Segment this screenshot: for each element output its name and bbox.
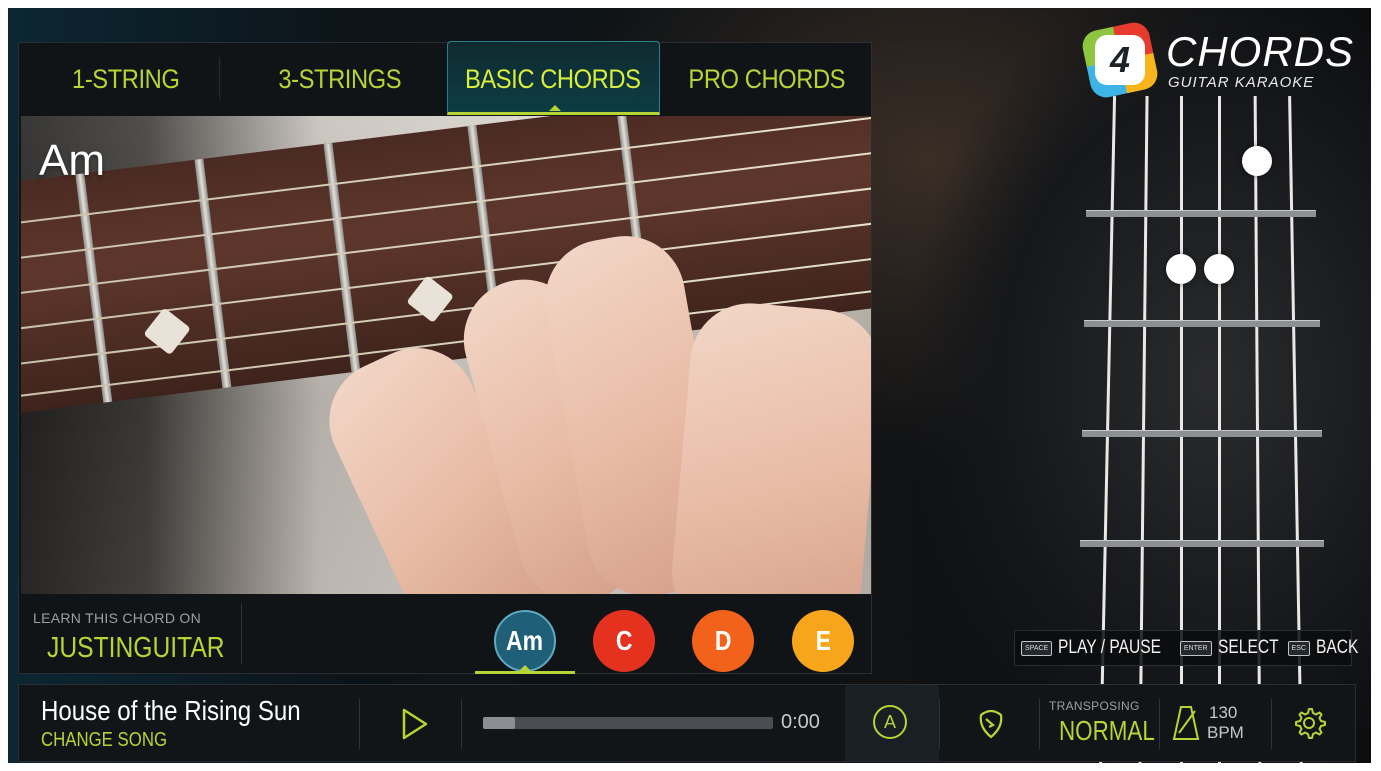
chord-button-label: Am	[506, 625, 544, 656]
finger-position-dot	[1242, 146, 1272, 176]
song-progress-fill	[483, 717, 515, 729]
hand-palm	[666, 298, 871, 594]
chord-video[interactable]: Am	[21, 116, 871, 594]
finger-position-dot	[1166, 254, 1196, 284]
fretboard-diagram	[1078, 95, 1338, 771]
tab-basic-chords[interactable]: BASIC CHORDS	[459, 43, 647, 115]
divider	[1271, 699, 1272, 749]
tab-3-strings[interactable]: 3-STRINGS	[245, 43, 433, 115]
logo-title: CHORDS	[1166, 28, 1355, 75]
chord-panel: 1-STRING 3-STRINGS BASIC CHORDS PRO CHOR…	[18, 41, 873, 674]
divider	[359, 699, 360, 749]
chord-button-label: C	[615, 625, 633, 656]
justinguitar-link[interactable]: JUSTINGUITAR	[47, 632, 225, 665]
fretboard-fret	[1086, 210, 1316, 217]
learn-bar: LEARN THIS CHORD ON JUSTINGUITAR Am C D …	[19, 596, 873, 674]
divider	[1039, 699, 1040, 749]
metronome-icon[interactable]	[1171, 703, 1201, 743]
mode-tabs: 1-STRING 3-STRINGS BASIC CHORDS PRO CHOR…	[19, 43, 873, 115]
tab-label: BASIC CHORDS	[464, 63, 641, 94]
change-song-button[interactable]: CHANGE SONG	[41, 729, 167, 752]
chord-button-d[interactable]: D	[692, 610, 754, 672]
logo-badge: 4	[1079, 19, 1161, 101]
song-progress-bar[interactable]	[483, 717, 773, 729]
tab-divider	[218, 57, 220, 99]
logo-subtitle: GUITAR KARAOKE	[1168, 74, 1315, 91]
fretboard-fret	[1084, 320, 1320, 327]
chord-button-am[interactable]: Am	[494, 610, 556, 672]
keyboard-hints: SPACE PLAY / PAUSE ENTER SELECT ESC BACK	[1014, 630, 1358, 666]
transposing-value[interactable]: NORMAL	[1059, 715, 1155, 747]
current-chord-label: Am	[39, 136, 105, 185]
chord-button-e[interactable]: E	[792, 610, 854, 672]
learn-prefix: LEARN THIS CHORD ON	[33, 610, 202, 626]
chord-button-c[interactable]: C	[593, 610, 655, 672]
fret	[194, 158, 232, 389]
mode-a-button[interactable]: A	[873, 705, 907, 739]
song-title: House of the Rising Sun	[41, 695, 301, 726]
tab-pro-chords[interactable]: PRO CHORDS	[672, 43, 860, 115]
fret	[75, 173, 113, 403]
esc-key-icon: ESC	[1287, 640, 1310, 656]
bpm-value: 130	[1209, 703, 1238, 722]
tab-label: PRO CHORDS	[687, 63, 845, 94]
divider	[461, 699, 462, 749]
chord-button-label: E	[815, 625, 831, 656]
divider	[241, 604, 242, 664]
player-bar: House of the Rising Sun CHANGE SONG 0:00…	[18, 684, 1356, 762]
hint-play-pause: PLAY / PAUSE	[1058, 637, 1162, 658]
play-icon[interactable]	[401, 707, 429, 741]
logo-number: 4	[1095, 35, 1145, 85]
chord-button-label: D	[714, 625, 732, 656]
divider	[939, 699, 940, 749]
divider	[1159, 699, 1160, 749]
app-logo: 4 CHORDS GUITAR KARAOKE	[1079, 19, 1353, 101]
guitar-pick-icon[interactable]	[973, 705, 1009, 741]
hint-select: SELECT	[1217, 637, 1279, 658]
selected-chord-indicator	[475, 665, 575, 674]
fretboard-fret	[1082, 430, 1322, 437]
playback-time: 0:00	[781, 711, 820, 733]
finger-position-dot	[1204, 254, 1234, 284]
bpm-unit: BPM	[1207, 723, 1244, 742]
tab-label: 1-STRING	[72, 63, 180, 94]
tab-1-string[interactable]: 1-STRING	[32, 43, 220, 115]
transposing-label: TRANSPOSING	[1049, 699, 1140, 713]
space-key-icon: SPACE	[1021, 640, 1053, 656]
fret	[323, 142, 361, 373]
hint-back: BACK	[1315, 637, 1359, 658]
gear-icon[interactable]	[1291, 705, 1327, 741]
tab-label: 3-STRINGS	[277, 63, 401, 94]
enter-key-icon: ENTER	[1179, 640, 1212, 656]
fretboard-fret	[1080, 540, 1324, 547]
